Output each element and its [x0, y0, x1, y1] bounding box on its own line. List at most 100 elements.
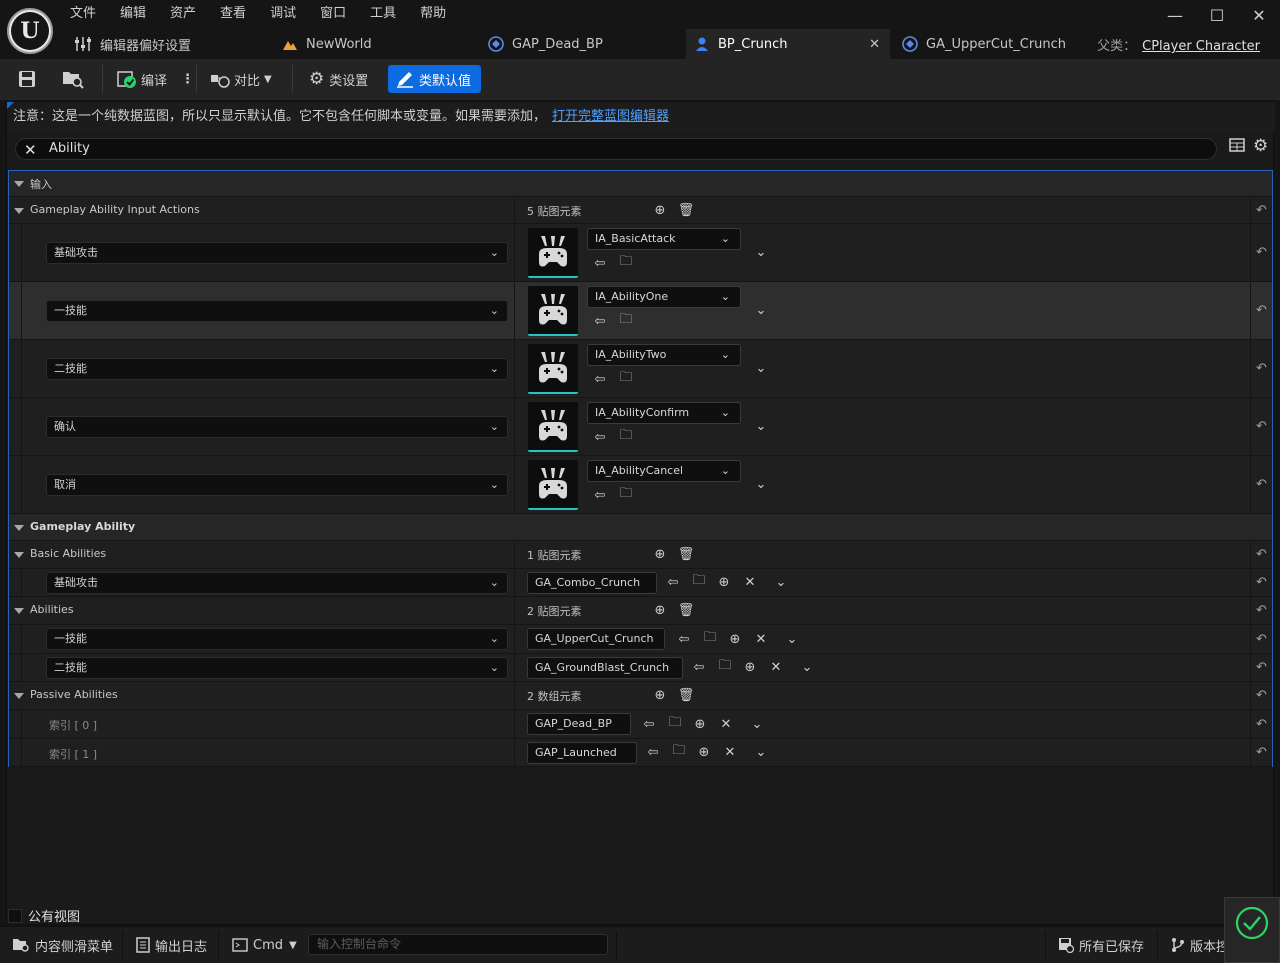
menu-file[interactable]: 文件	[70, 5, 108, 23]
reset-to-default-icon[interactable]: ↶	[1250, 569, 1272, 596]
ability-class-picker[interactable]: GAP_Launched	[527, 742, 637, 764]
chevron-down-icon[interactable]: ⌄	[753, 476, 769, 492]
insert-element-icon[interactable]: ⊕	[696, 744, 712, 760]
add-element-icon[interactable]: ⊕	[652, 602, 668, 618]
input-action-picker[interactable]: IA_BasicAttack ⌄	[587, 228, 741, 250]
key-select[interactable]: 基础攻击 ⌄	[46, 572, 508, 594]
use-selected-icon[interactable]: ⇦	[592, 313, 608, 329]
menu-edit[interactable]: 编辑	[120, 5, 158, 23]
input-action-thumbnail[interactable]	[528, 286, 578, 336]
chevron-down-icon[interactable]: ⌄	[753, 302, 769, 318]
menu-assets[interactable]: 资产	[170, 5, 208, 23]
use-selected-icon[interactable]: ⇦	[592, 371, 608, 387]
source-control-button[interactable]: 版本控制	[1171, 927, 1225, 963]
browse-asset-icon[interactable]: 🗀	[618, 486, 634, 503]
browse-asset-icon[interactable]: 🗀	[691, 573, 707, 590]
close-tab-icon[interactable]: ✕	[869, 37, 880, 52]
ability-class-picker[interactable]: GA_GroundBlast_Crunch	[527, 657, 683, 679]
key-select[interactable]: 确认 ⌄	[46, 416, 508, 438]
content-drawer-button[interactable]: 内容侧滑菜单	[12, 927, 113, 963]
collapse-arrow-icon[interactable]	[14, 525, 24, 531]
class-settings-button[interactable]: ⚙ 类设置	[309, 65, 368, 93]
use-selected-icon[interactable]: ⇦	[645, 744, 661, 760]
browse-asset-icon[interactable]: 🗀	[717, 658, 733, 675]
class-defaults-button[interactable]: 类默认值	[388, 65, 482, 93]
use-selected-icon[interactable]: ⇦	[641, 716, 657, 732]
ability-class-picker[interactable]: GA_Combo_Crunch	[527, 572, 657, 594]
remove-element-icon[interactable]: ✕	[722, 744, 738, 760]
ability-class-picker[interactable]: GAP_Dead_BP	[527, 713, 631, 735]
browse-asset-icon[interactable]: 🗀	[702, 630, 718, 647]
insert-element-icon[interactable]: ⊕	[742, 659, 758, 675]
input-action-thumbnail[interactable]	[528, 460, 578, 510]
chevron-down-icon[interactable]: ⌄	[753, 360, 769, 376]
save-all-status[interactable]: 所有已保存	[1058, 927, 1144, 963]
input-action-picker[interactable]: IA_AbilityConfirm ⌄	[587, 402, 741, 424]
key-select[interactable]: 一技能 ⌄	[46, 300, 508, 322]
tab-gap-dead-bp[interactable]: GAP_Dead_BP	[488, 29, 684, 59]
menu-debug[interactable]: 调试	[270, 5, 308, 23]
tab-editor-preferences[interactable]: 编辑器偏好设置	[74, 29, 274, 59]
add-element-icon[interactable]: ⊕	[652, 202, 668, 218]
maximize-button[interactable]: ☐	[1196, 0, 1238, 30]
browse-asset-icon[interactable]: 🗀	[671, 743, 687, 760]
key-select[interactable]: 一技能 ⌄	[46, 628, 508, 650]
table-view-icon[interactable]	[1229, 138, 1245, 156]
collapse-arrow-icon[interactable]	[14, 208, 24, 214]
collapse-arrow-icon[interactable]	[14, 608, 24, 614]
output-log-button[interactable]: 输出日志	[136, 927, 207, 963]
menu-window[interactable]: 窗口	[320, 5, 358, 23]
input-action-picker[interactable]: IA_AbilityCancel ⌄	[587, 460, 741, 482]
tab-bp-crunch[interactable]: BP_Crunch ✕	[686, 29, 890, 59]
remove-element-icon[interactable]: ✕	[718, 716, 734, 732]
collapse-arrow-icon[interactable]	[14, 693, 24, 699]
reset-to-default-icon[interactable]: ↶	[1250, 654, 1272, 681]
reset-to-default-icon[interactable]: ↶	[1250, 282, 1272, 339]
browse-asset-icon[interactable]	[62, 65, 84, 93]
reset-to-default-icon[interactable]: ↶	[1250, 456, 1272, 513]
minimize-button[interactable]: —	[1154, 0, 1196, 30]
input-action-picker[interactable]: IA_AbilityOne ⌄	[587, 286, 741, 308]
insert-element-icon[interactable]: ⊕	[716, 574, 732, 590]
diff-button[interactable]: 对比 ▼	[210, 65, 272, 93]
ability-class-picker[interactable]: GA_UpperCut_Crunch	[527, 628, 665, 650]
chevron-down-icon[interactable]: ⌄	[773, 574, 789, 590]
reset-to-default-icon[interactable]: ↶	[1250, 224, 1272, 281]
reset-to-default-icon[interactable]: ↶	[1250, 710, 1272, 738]
key-select[interactable]: 二技能 ⌄	[46, 657, 508, 679]
console-command-input[interactable]: 输入控制台命令	[308, 934, 608, 955]
menu-tools[interactable]: 工具	[370, 5, 408, 23]
compile-options-icon[interactable]: ⋮	[181, 72, 194, 87]
key-select[interactable]: 基础攻击 ⌄	[46, 242, 508, 264]
reset-to-default-icon[interactable]: ↶	[1250, 682, 1272, 709]
reset-to-default-icon[interactable]: ↶	[1250, 625, 1272, 653]
use-selected-icon[interactable]: ⇦	[691, 659, 707, 675]
menu-help[interactable]: 帮助	[420, 5, 458, 23]
category-gameplay-ability[interactable]: Gameplay Ability	[9, 514, 1272, 541]
reset-to-default-icon[interactable]: ↶	[1250, 398, 1272, 455]
reset-to-default-icon[interactable]: ↶	[1250, 340, 1272, 397]
browse-asset-icon[interactable]: 🗀	[618, 312, 634, 329]
remove-element-icon[interactable]: ✕	[753, 631, 769, 647]
public-view-toggle[interactable]: 公有视图	[8, 906, 80, 925]
reset-to-default-icon[interactable]: ↶	[1250, 739, 1272, 766]
use-selected-icon[interactable]: ⇦	[676, 631, 692, 647]
open-full-editor-link[interactable]: 打开完整蓝图编辑器	[552, 109, 669, 124]
compile-button[interactable]: 编译 ⋮	[117, 65, 194, 93]
reset-to-default-icon[interactable]: ↶	[1250, 197, 1272, 223]
insert-element-icon[interactable]: ⊕	[692, 716, 708, 732]
browse-asset-icon[interactable]: 🗀	[618, 254, 634, 271]
input-action-thumbnail[interactable]	[528, 228, 578, 278]
add-element-icon[interactable]: ⊕	[652, 687, 668, 703]
public-view-checkbox[interactable]	[8, 908, 22, 923]
collapse-arrow-icon[interactable]	[14, 181, 24, 187]
reset-to-default-icon[interactable]: ↶	[1250, 597, 1272, 624]
tab-newworld[interactable]: NewWorld	[282, 29, 482, 59]
close-window-button[interactable]: ✕	[1238, 0, 1280, 30]
category-input[interactable]: 输入	[9, 171, 1272, 197]
menu-view[interactable]: 查看	[220, 5, 258, 23]
save-icon[interactable]	[18, 65, 36, 93]
use-selected-icon[interactable]: ⇦	[665, 574, 681, 590]
search-input[interactable]: ✕ Ability	[15, 138, 1217, 160]
add-element-icon[interactable]: ⊕	[652, 546, 668, 562]
